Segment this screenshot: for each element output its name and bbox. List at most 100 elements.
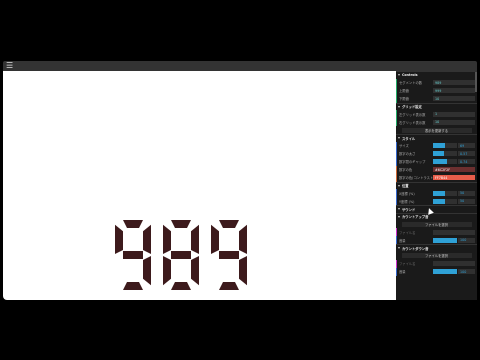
collapse-icon bbox=[398, 74, 400, 77]
max-value-field[interactable]: 999 bbox=[433, 88, 475, 93]
countup-file-button[interactable]: ファイルを選択 bbox=[401, 221, 472, 227]
control-label: サイズ bbox=[399, 144, 409, 148]
slider-fill bbox=[433, 269, 457, 274]
control-row: 左グリッド表示数 1 bbox=[396, 110, 477, 118]
size-slider[interactable]: 69 bbox=[433, 143, 475, 148]
digit-segment bbox=[219, 282, 239, 290]
right-grid-field[interactable]: 10 bbox=[433, 119, 475, 125]
digit-segment bbox=[163, 224, 171, 254]
control-label: ファイル名 bbox=[399, 230, 416, 235]
section-sound[interactable]: サウンド bbox=[396, 205, 477, 213]
counter-canvas bbox=[3, 71, 396, 300]
segment-display bbox=[3, 71, 396, 300]
x-position-slider[interactable]: 50 bbox=[433, 190, 475, 196]
countup-volume-slider[interactable]: 100 bbox=[433, 237, 475, 243]
slider-fill bbox=[433, 198, 445, 204]
slider-fill bbox=[433, 143, 445, 148]
control-label: 上限値 bbox=[399, 89, 409, 93]
button-row: ファイルを選択 bbox=[396, 220, 477, 228]
slider-value[interactable]: 100 bbox=[458, 237, 475, 243]
section-countup-sound[interactable]: カウントアップ音 bbox=[396, 212, 477, 221]
control-label: 下限値 bbox=[399, 97, 409, 101]
control-row: X座標 (%) 50 bbox=[396, 189, 477, 197]
countup-file-name bbox=[433, 229, 475, 235]
digit-color-picker[interactable]: #6C2F2F bbox=[433, 167, 475, 172]
contrast-color-picker[interactable]: FF7B44 bbox=[433, 175, 475, 180]
min-value-field[interactable]: 10 bbox=[433, 96, 475, 101]
countdown-volume-slider[interactable]: 100 bbox=[433, 269, 475, 274]
control-label: 数字の色(コントラスト) bbox=[399, 176, 433, 180]
control-label: 左グリッド表示数 bbox=[399, 112, 426, 117]
control-label: Y座標 (%) bbox=[399, 199, 415, 204]
control-row: 数字の色(コントラスト) FF7B44 bbox=[396, 173, 477, 182]
menu-icon[interactable]: ☰ bbox=[6, 62, 14, 70]
y-position-slider[interactable]: 50 bbox=[433, 198, 475, 204]
slider-track[interactable] bbox=[433, 143, 457, 148]
collapse-icon bbox=[398, 208, 400, 211]
slider-track[interactable] bbox=[433, 269, 457, 274]
left-grid-field[interactable]: 1 bbox=[433, 111, 475, 117]
update-display-button[interactable]: 表示を更新する bbox=[401, 127, 472, 133]
digit-segment bbox=[123, 251, 143, 259]
digit-segment bbox=[191, 256, 199, 286]
segment-digits bbox=[115, 220, 247, 290]
digit-segment bbox=[123, 220, 143, 228]
control-row: 音量 100 bbox=[396, 267, 477, 276]
slider-track[interactable] bbox=[433, 190, 457, 196]
slider-value[interactable]: 100 bbox=[458, 269, 475, 274]
slider-track[interactable] bbox=[433, 198, 457, 204]
control-panel: Controls セグメントの数 989 上限値 999 下限値 10 グリッド設定 … bbox=[396, 71, 477, 290]
control-row: 数字の色 #6C2F2F bbox=[396, 165, 477, 174]
slider-value[interactable]: 0.74 bbox=[458, 159, 475, 164]
section-style[interactable]: スタイル bbox=[396, 134, 477, 142]
digit-segment bbox=[239, 224, 247, 254]
collapse-icon bbox=[398, 184, 400, 187]
gap-slider[interactable]: 0.74 bbox=[433, 159, 475, 164]
control-row: セグメントの数 989 bbox=[396, 78, 477, 87]
control-row: 右グリッド表示数 10 bbox=[396, 118, 477, 126]
slider-value[interactable]: 50 bbox=[458, 198, 475, 204]
digit-segment bbox=[219, 251, 239, 259]
section-position[interactable]: 位置 bbox=[396, 181, 477, 190]
control-row: 音量 100 bbox=[396, 236, 477, 244]
control-label: X座標 (%) bbox=[399, 191, 415, 196]
slider-track[interactable] bbox=[433, 159, 457, 164]
digit-segment bbox=[239, 256, 247, 286]
collapse-icon bbox=[398, 105, 400, 108]
control-row: ファイル名 bbox=[396, 259, 477, 268]
digit-segment bbox=[123, 282, 143, 290]
section-controls[interactable]: Controls bbox=[396, 71, 477, 79]
panel-scrollbar[interactable] bbox=[475, 72, 477, 92]
control-label: 数字間のギャップ bbox=[399, 160, 426, 164]
countdown-file-button[interactable]: ファイルを選択 bbox=[401, 253, 472, 258]
digit-segment bbox=[143, 256, 151, 286]
slider-value[interactable]: 69 bbox=[458, 143, 475, 148]
digit-segment bbox=[171, 251, 191, 259]
digit-segment bbox=[219, 220, 239, 228]
thickness-slider[interactable]: 0.57 bbox=[433, 151, 475, 156]
control-label: セグメントの数 bbox=[399, 81, 423, 85]
top-toolbar: ☰ bbox=[3, 61, 477, 71]
control-label: ファイル名 bbox=[399, 262, 416, 266]
slider-value[interactable]: 50 bbox=[458, 190, 475, 196]
slider-track[interactable] bbox=[433, 237, 457, 243]
slider-track[interactable] bbox=[433, 151, 457, 156]
control-label: 音量 bbox=[399, 238, 406, 243]
section-countdown-sound[interactable]: カウントダウン音 bbox=[396, 244, 477, 252]
control-row: 数字間のギャップ 0.74 bbox=[396, 157, 477, 166]
slider-fill bbox=[433, 151, 444, 156]
panel-footer bbox=[396, 290, 477, 300]
digit-segment bbox=[211, 224, 219, 254]
button-row: 表示を更新する bbox=[396, 126, 477, 134]
control-row: 上限値 999 bbox=[396, 86, 477, 95]
digit-segment bbox=[163, 256, 171, 286]
slider-fill bbox=[433, 190, 445, 196]
segment-count-field[interactable]: 989 bbox=[433, 80, 475, 85]
control-label: 右グリッド表示数 bbox=[399, 120, 426, 125]
slider-fill bbox=[433, 159, 448, 164]
collapse-icon bbox=[398, 137, 400, 140]
section-grid[interactable]: グリッド設定 bbox=[396, 102, 477, 111]
slider-value[interactable]: 0.57 bbox=[458, 151, 475, 156]
collapse-icon bbox=[398, 215, 400, 218]
collapse-icon bbox=[398, 247, 400, 250]
